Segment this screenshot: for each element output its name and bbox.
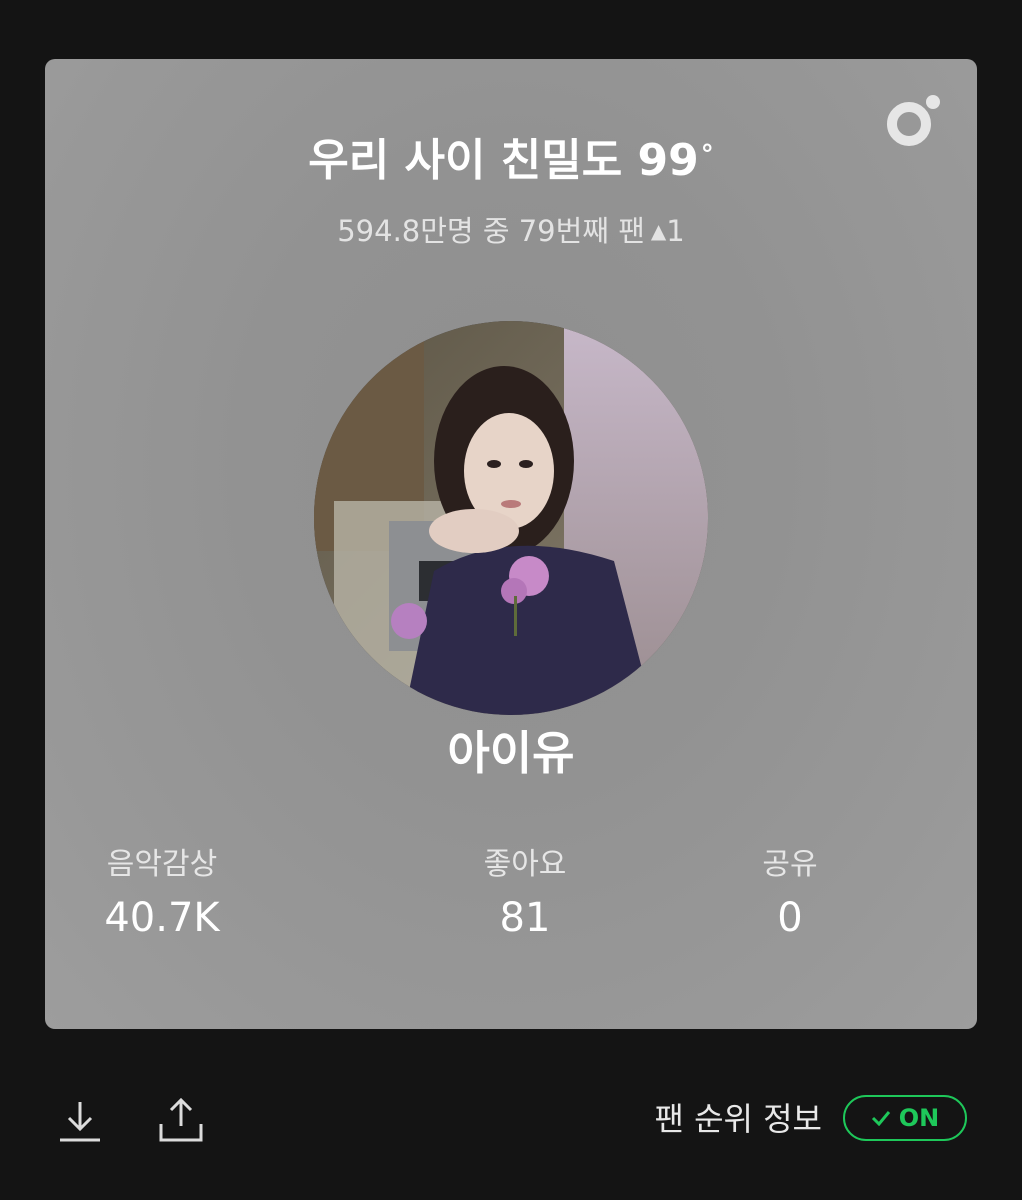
fan-rank-info-toggle[interactable]: ON bbox=[843, 1095, 967, 1141]
fan-rank-info-label: 팬 순위 정보 bbox=[654, 1100, 822, 1138]
intimacy-title: 우리 사이 친밀도 99° bbox=[45, 131, 977, 191]
stat-likes: 좋아요 81 bbox=[395, 845, 655, 945]
intimacy-card: 우리 사이 친밀도 99° 594.8만명 중 79번째 팬 ▲1 아이유 음악… bbox=[45, 59, 977, 1029]
share-button[interactable] bbox=[157, 1096, 205, 1144]
degree-symbol: ° bbox=[700, 140, 714, 170]
stat-listen-label: 음악감상 bbox=[106, 847, 218, 882]
stat-share-value: 0 bbox=[777, 895, 803, 941]
artist-photo bbox=[314, 321, 708, 715]
stat-listen: 음악감상 40.7K bbox=[45, 845, 292, 945]
check-icon bbox=[871, 1111, 890, 1126]
download-icon bbox=[60, 1102, 100, 1142]
fan-rank-text: 594.8만명 중 79번째 팬 bbox=[337, 214, 645, 248]
share-icon bbox=[159, 1097, 203, 1142]
rank-up-arrow-icon: ▲ bbox=[650, 219, 667, 243]
stat-listen-value: 40.7K bbox=[104, 895, 220, 941]
artist-avatar[interactable] bbox=[314, 321, 708, 715]
toggle-state-label: ON bbox=[898, 1104, 940, 1132]
artist-name: 아이유 bbox=[447, 726, 575, 780]
stat-likes-label: 좋아요 bbox=[483, 847, 567, 882]
intimacy-title-text: 우리 사이 친밀도 99 bbox=[308, 135, 699, 186]
stat-share: 공유 0 bbox=[660, 845, 920, 945]
rank-change-value: 1 bbox=[666, 214, 685, 248]
fan-rank-subtitle: 594.8만명 중 79번째 팬 ▲1 bbox=[45, 211, 977, 254]
download-button[interactable] bbox=[56, 1096, 104, 1144]
stat-share-label: 공유 bbox=[762, 847, 818, 882]
stat-likes-value: 81 bbox=[499, 895, 551, 941]
